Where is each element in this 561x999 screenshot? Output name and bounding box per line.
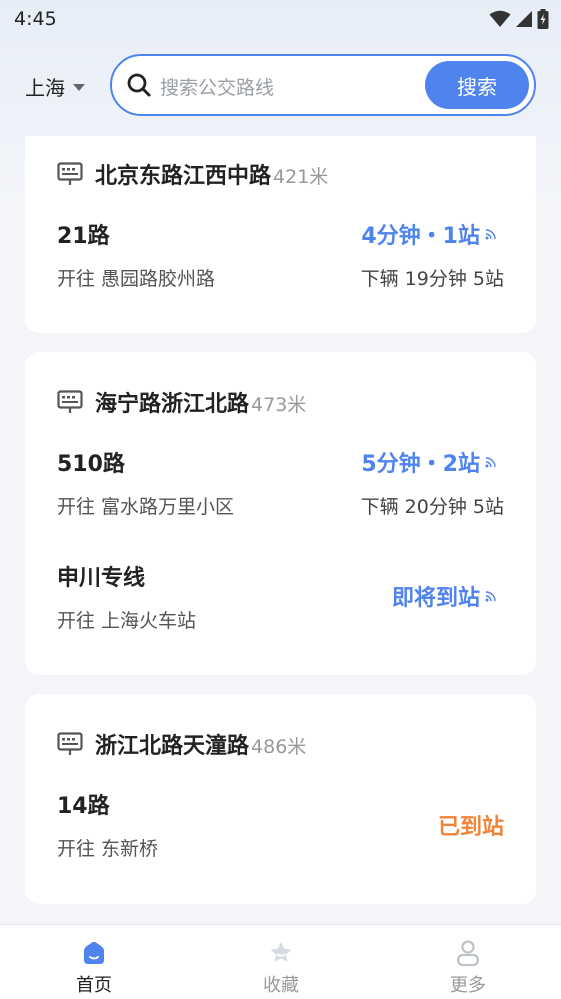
next-bus-info: 下辆 19分钟 5站 <box>360 268 504 290</box>
station-name: 海宁路浙江北路 473米 <box>95 386 306 418</box>
station-card[interactable]: 浙江北路天潼路 486米 14路 开往 东新桥 已到站 <box>25 694 536 904</box>
search-bar[interactable]: 搜索公交路线 搜索 <box>110 54 536 116</box>
search-button[interactable]: 搜索 <box>425 61 529 109</box>
route-eta: 即将到站 <box>392 580 496 612</box>
route-eta: 4分钟・1站 <box>361 218 496 250</box>
station-card[interactable]: 海宁路浙江北路 473米 510路 开往 富水路万里小区 5分钟・2站 下辆 20… <box>25 352 536 675</box>
bus-stop-icon <box>57 162 83 185</box>
cellular-signal-icon <box>516 11 532 27</box>
battery-icon <box>537 9 549 29</box>
user-icon <box>456 940 480 967</box>
city-label: 上海 <box>25 76 65 100</box>
tab-label: 更多 <box>450 975 486 996</box>
route-name[interactable]: 21路 <box>57 218 110 250</box>
station-name: 北京东路江西中路 421米 <box>95 158 328 190</box>
route-direction: 开往 愚园路胶州路 <box>57 268 216 290</box>
station-name: 浙江北路天潼路 486米 <box>95 728 306 760</box>
chevron-down-icon <box>73 84 85 91</box>
tab-favorites[interactable]: 收藏 <box>211 925 351 999</box>
realtime-signal-icon <box>485 456 496 467</box>
route-direction: 开往 富水路万里小区 <box>57 496 235 518</box>
route-name[interactable]: 14路 <box>57 788 110 820</box>
route-eta: 已到站 <box>437 815 504 840</box>
status-bar: 4:45 <box>0 0 561 38</box>
station-card[interactable]: 北京东路江西中路 421米 21路 开往 愚园路胶州路 4分钟・1站 下辆 19分… <box>25 136 536 333</box>
star-icon <box>270 942 292 962</box>
route-direction: 开往 东新桥 <box>57 838 159 860</box>
search-input[interactable]: 搜索公交路线 <box>160 73 274 100</box>
route-eta: 5分钟・2站 <box>361 446 496 478</box>
realtime-signal-icon <box>485 228 496 239</box>
bus-stop-icon <box>57 732 83 755</box>
route-eta-text: 即将到站 <box>391 586 480 611</box>
route-direction: 开往 上海火车站 <box>57 610 197 632</box>
route-name[interactable]: 申川专线 <box>57 560 145 592</box>
wifi-icon <box>489 10 511 27</box>
route-eta-text: 5分钟・2站 <box>361 452 480 477</box>
bottom-tab-bar: 首页 收藏 更多 <box>0 924 561 999</box>
status-icons <box>489 9 549 29</box>
search-icon <box>127 73 151 97</box>
home-icon <box>84 941 104 964</box>
route-name[interactable]: 510路 <box>57 446 125 478</box>
tab-home[interactable]: 首页 <box>24 925 164 999</box>
tab-label: 收藏 <box>263 975 299 996</box>
station-distance: 486米 <box>251 736 307 758</box>
next-bus-info: 下辆 20分钟 5站 <box>360 496 504 518</box>
realtime-signal-icon <box>485 590 496 601</box>
top-bar: 上海 搜索公交路线 搜索 <box>0 52 561 120</box>
station-distance: 473米 <box>251 394 307 416</box>
station-name-text: 浙江北路天潼路 <box>95 734 250 759</box>
station-name-text: 北京东路江西中路 <box>95 164 272 189</box>
station-distance: 421米 <box>273 166 329 188</box>
route-eta-text: 4分钟・1站 <box>361 224 480 249</box>
tab-label: 首页 <box>76 975 112 996</box>
bus-stop-icon <box>57 390 83 413</box>
tab-more[interactable]: 更多 <box>398 925 538 999</box>
status-time: 4:45 <box>14 8 57 30</box>
city-selector[interactable]: 上海 <box>25 72 85 101</box>
station-name-text: 海宁路浙江北路 <box>95 392 250 417</box>
